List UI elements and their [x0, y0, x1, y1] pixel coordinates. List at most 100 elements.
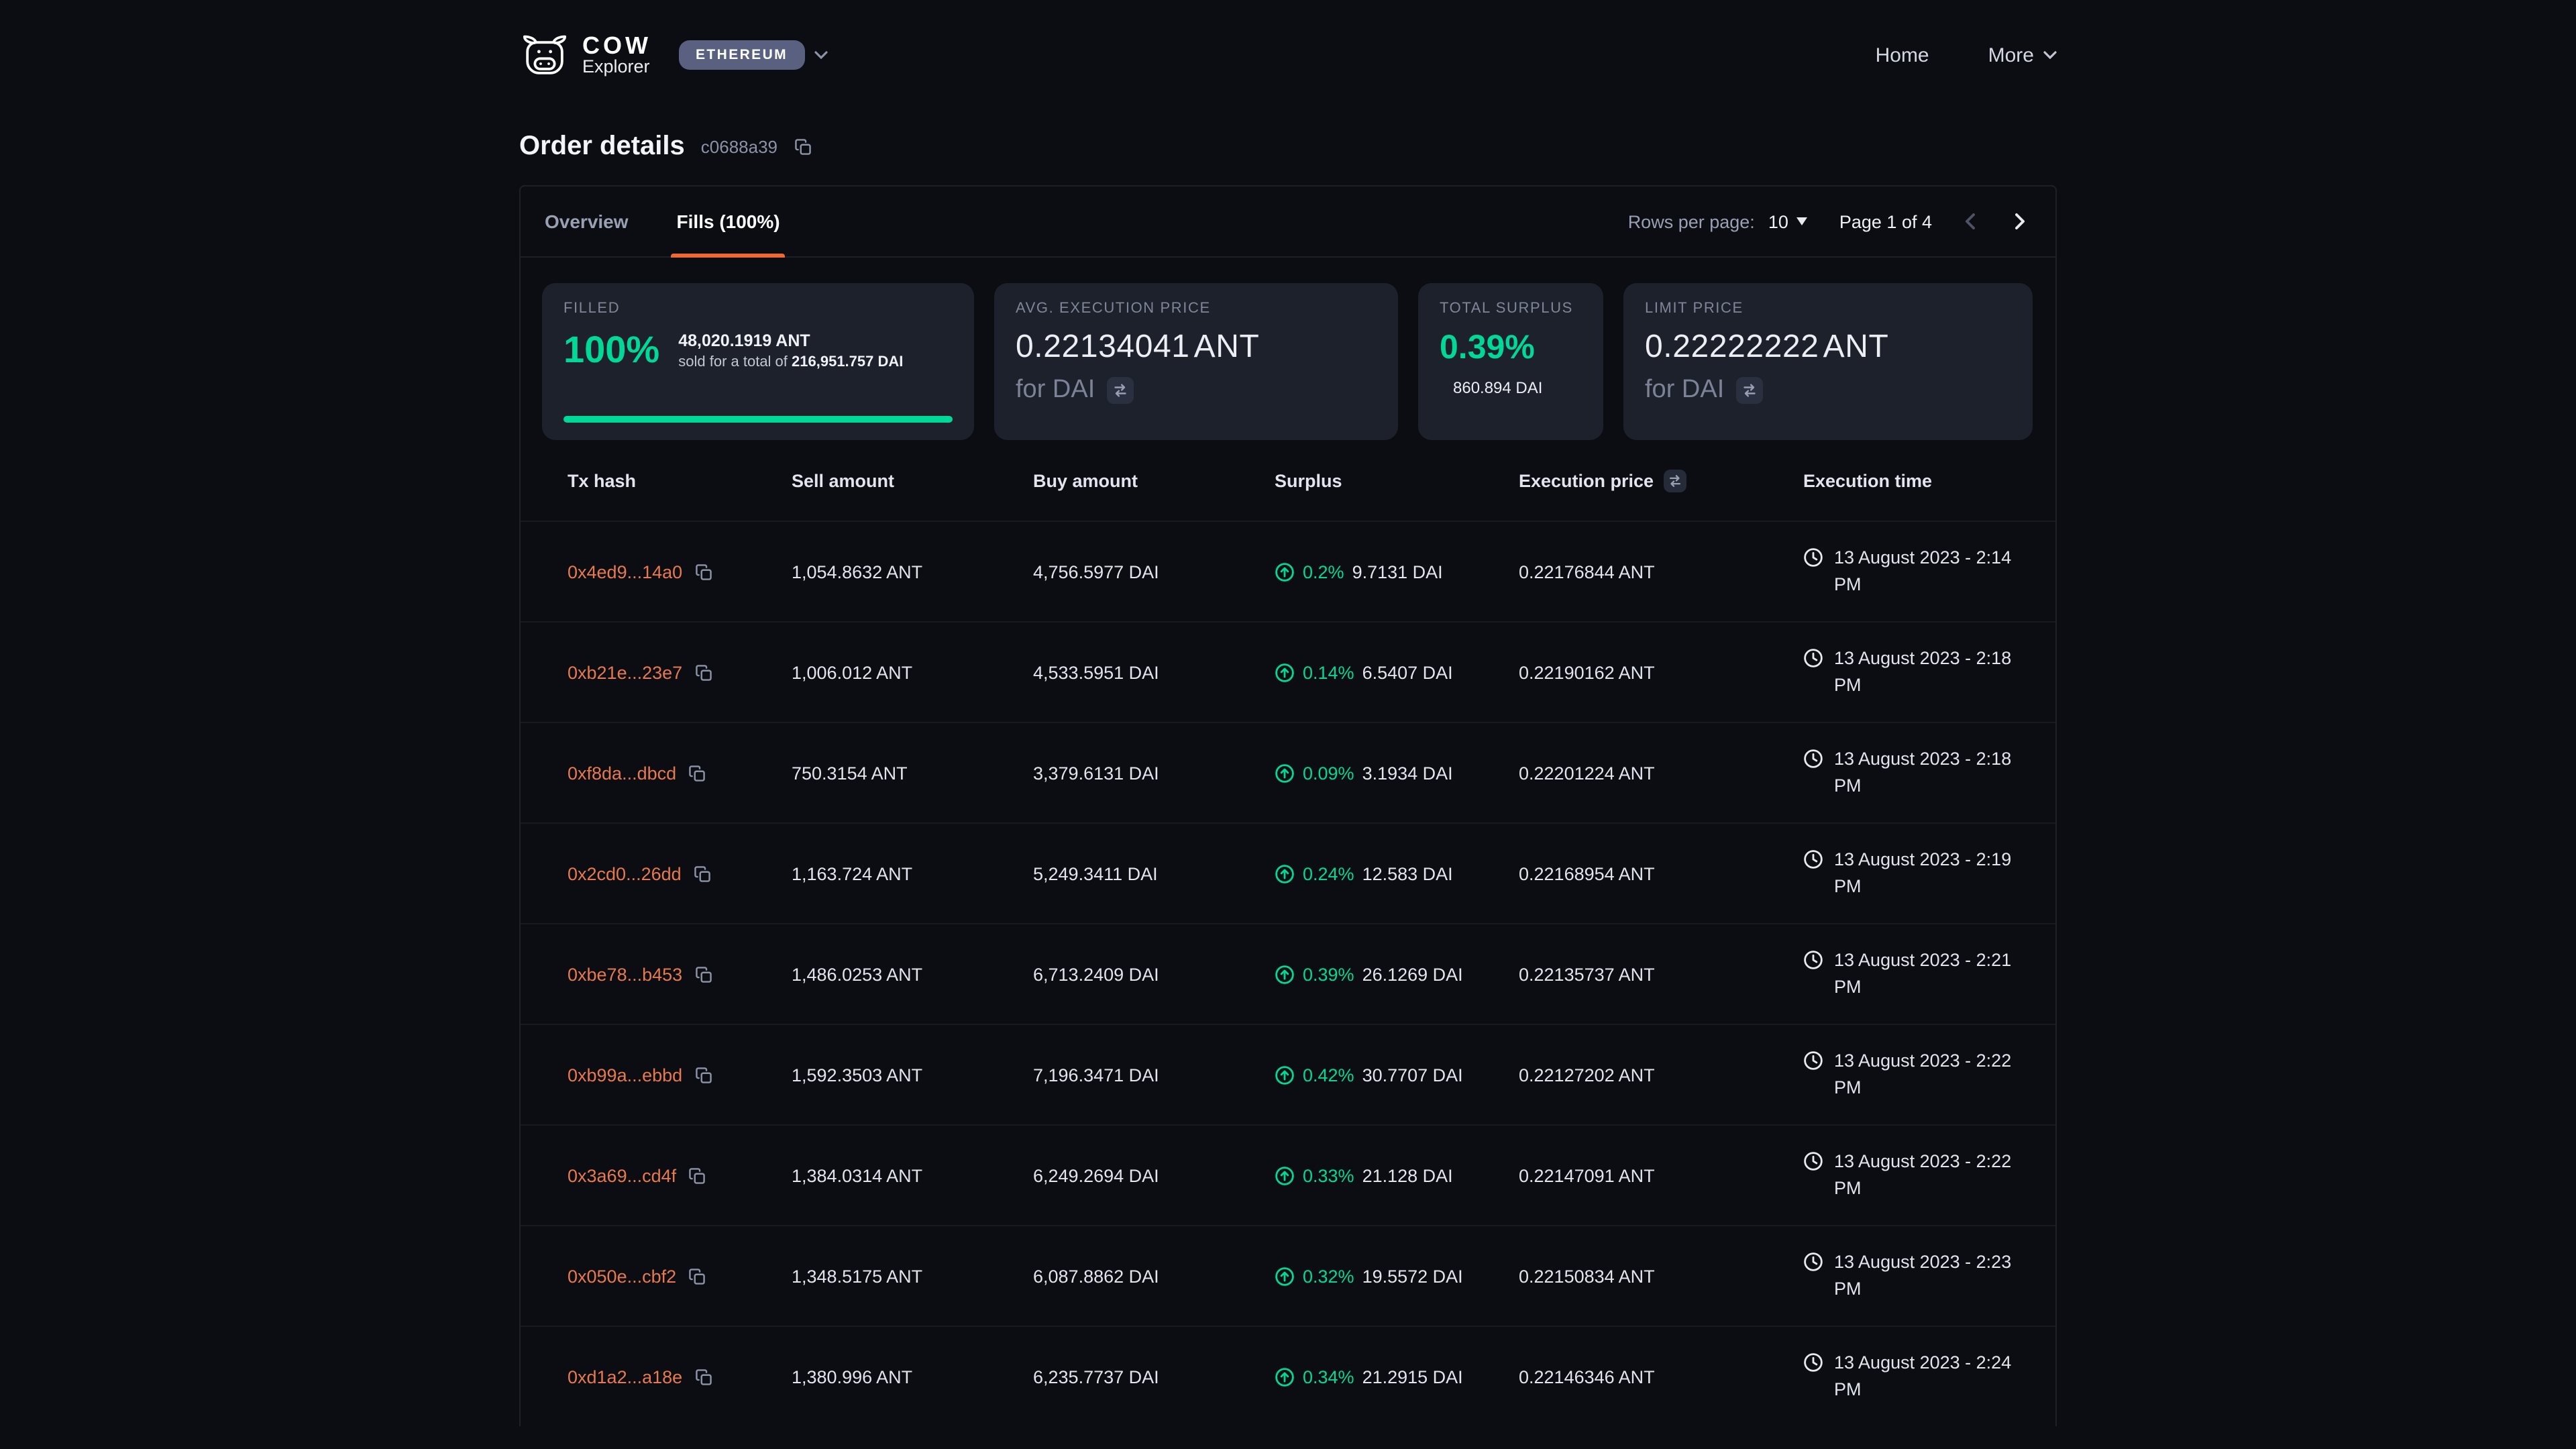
execution-time-cell: 13 August 2023 - 2:22 PM — [1803, 1048, 2034, 1102]
copy-tx-hash-icon[interactable] — [694, 865, 711, 882]
surplus-cell: 0.2% 9.7131 DAI — [1275, 561, 1519, 582]
caret-down-icon — [1796, 217, 1807, 225]
surplus-up-icon — [1275, 863, 1295, 883]
filled-sold-line: sold for a total of 216,951.757 DAI — [678, 354, 903, 370]
table-row: 0x3a69...cd4f 1,384.0314 ANT 6,249.2694 … — [521, 1124, 2055, 1225]
surplus-percent: 0.39% — [1303, 964, 1354, 984]
surplus-cell: 0.34% 21.2915 DAI — [1275, 1366, 1519, 1387]
logo-title: COW — [582, 34, 651, 58]
main-nav: Home More — [1876, 44, 2057, 66]
sell-amount-cell: 1,592.3503 ANT — [792, 1065, 1033, 1085]
order-details-panel: Overview Fills (100%) Rows per page: 10 … — [519, 185, 2057, 1426]
tx-hash-link[interactable]: 0xd1a2...a18e — [568, 1366, 682, 1387]
table-row: 0x050e...cbf2 1,348.5175 ANT 6,087.8862 … — [521, 1225, 2055, 1326]
surplus-percent: 0.32% — [1303, 1266, 1354, 1286]
execution-price-cell: 0.22190162 ANT — [1519, 662, 1803, 682]
logo-subtitle: Explorer — [582, 58, 651, 77]
tx-hash-link[interactable]: 0xf8da...dbcd — [568, 763, 676, 783]
execution-time-cell: 13 August 2023 - 2:21 PM — [1803, 947, 2034, 1002]
copy-tx-hash-icon[interactable] — [688, 1267, 706, 1285]
buy-amount-cell: 6,235.7737 DAI — [1033, 1366, 1275, 1387]
col-tx-hash: Tx hash — [568, 470, 792, 490]
nav-more[interactable]: More — [1988, 44, 2057, 66]
tx-hash-link[interactable]: 0xb99a...ebbd — [568, 1065, 682, 1085]
tx-hash-link[interactable]: 0xbe78...b453 — [568, 964, 682, 984]
nav-home[interactable]: Home — [1876, 44, 1929, 66]
tx-hash-link[interactable]: 0x2cd0...26dd — [568, 863, 682, 883]
tx-hash-link[interactable]: 0x4ed9...14a0 — [568, 561, 682, 582]
table-row: 0xb21e...23e7 1,006.012 ANT 4,533.5951 D… — [521, 621, 2055, 722]
rows-per-page-select[interactable]: 10 — [1768, 211, 1807, 231]
tab-overview[interactable]: Overview — [521, 186, 653, 256]
surplus-amount: 12.583 DAI — [1362, 863, 1453, 883]
surplus-percent: 0.34% — [1303, 1366, 1354, 1387]
execution-time-text: 13 August 2023 - 2:14 PM — [1834, 545, 2034, 599]
execution-price-cell: 0.22146346 ANT — [1519, 1366, 1803, 1387]
execution-time-cell: 13 August 2023 - 2:14 PM — [1803, 545, 2034, 599]
surplus-percent: 0.14% — [1303, 662, 1354, 682]
cow-explorer-logo[interactable]: COW Explorer — [519, 34, 651, 76]
surplus-up-icon — [1275, 662, 1295, 682]
rows-per-page-value: 10 — [1768, 211, 1788, 231]
surplus-percent: 0.24% — [1303, 863, 1354, 883]
copy-tx-hash-icon[interactable] — [694, 563, 712, 580]
surplus-cell: 0.09% 3.1934 DAI — [1275, 763, 1519, 783]
surplus-percent: 0.42% — [1303, 1065, 1354, 1085]
sell-amount-cell: 1,384.0314 ANT — [792, 1165, 1033, 1185]
swap-currencies-icon[interactable] — [1736, 377, 1763, 404]
tab-fills[interactable]: Fills (100%) — [653, 186, 804, 256]
surplus-cell: 0.14% 6.5407 DAI — [1275, 662, 1519, 682]
filled-card: FILLED 100% 48,020.1919 ANT sold for a t… — [542, 283, 974, 440]
buy-amount-cell: 4,756.5977 DAI — [1033, 561, 1275, 582]
sell-amount-cell: 1,380.996 ANT — [792, 1366, 1033, 1387]
table-row: 0x2cd0...26dd 1,163.724 ANT 5,249.3411 D… — [521, 822, 2055, 923]
copy-tx-hash-icon[interactable] — [694, 965, 712, 983]
clock-icon — [1803, 950, 1823, 970]
buy-amount-cell: 6,713.2409 DAI — [1033, 964, 1275, 984]
nav-more-label: More — [1988, 44, 2034, 66]
swap-price-direction-icon[interactable] — [1663, 469, 1686, 492]
buy-amount-cell: 4,533.5951 DAI — [1033, 662, 1275, 682]
network-selector[interactable]: ETHEREUM — [678, 40, 828, 70]
clock-icon — [1803, 749, 1823, 769]
copy-order-id-icon[interactable] — [794, 138, 811, 156]
surplus-amount: 9.7131 DAI — [1352, 561, 1443, 582]
surplus-up-icon — [1275, 1266, 1295, 1286]
filled-sold-total: 216,951.757 DAI — [792, 354, 903, 370]
surplus-cell: 0.39% 26.1269 DAI — [1275, 964, 1519, 984]
summary-cards: FILLED 100% 48,020.1919 ANT sold for a t… — [521, 258, 2055, 440]
table-row: 0xbe78...b453 1,486.0253 ANT 6,713.2409 … — [521, 923, 2055, 1024]
copy-tx-hash-icon[interactable] — [694, 663, 712, 681]
col-execution-price-label: Execution price — [1519, 470, 1654, 490]
filled-percent: 100% — [564, 329, 659, 372]
tab-fills-label: Fills (100%) — [677, 211, 780, 232]
chevron-down-icon — [814, 51, 828, 59]
buy-amount-cell: 6,249.2694 DAI — [1033, 1165, 1275, 1185]
surplus-amount: 6.5407 DAI — [1362, 662, 1453, 682]
buy-amount-cell: 6,087.8862 DAI — [1033, 1266, 1275, 1286]
copy-tx-hash-icon[interactable] — [688, 1167, 706, 1184]
tx-hash-link[interactable]: 0xb21e...23e7 — [568, 662, 682, 682]
execution-price-cell: 0.22135737 ANT — [1519, 964, 1803, 984]
sell-amount-cell: 1,163.724 ANT — [792, 863, 1033, 883]
swap-currencies-icon[interactable] — [1107, 377, 1134, 404]
table-row: 0xd1a2...a18e 1,380.996 ANT 6,235.7737 D… — [521, 1326, 2055, 1426]
copy-tx-hash-icon[interactable] — [694, 1368, 712, 1385]
execution-price-cell: 0.22168954 ANT — [1519, 863, 1803, 883]
avg-price-quote: for DAI — [1016, 376, 1095, 405]
tab-bar: Overview Fills (100%) Rows per page: 10 … — [521, 186, 2055, 258]
fill-progress-bar — [564, 416, 953, 423]
execution-price-cell: 0.22176844 ANT — [1519, 561, 1803, 582]
surplus-percent: 0.2% — [1303, 561, 1344, 582]
col-surplus: Surplus — [1275, 470, 1519, 490]
next-page-button[interactable] — [2002, 204, 2037, 239]
surplus-up-icon — [1275, 1366, 1295, 1387]
tx-hash-link[interactable]: 0x3a69...cd4f — [568, 1165, 676, 1185]
previous-page-button[interactable] — [1953, 204, 1988, 239]
surplus-up-icon — [1275, 763, 1295, 783]
copy-tx-hash-icon[interactable] — [688, 764, 706, 782]
surplus-amount: 26.1269 DAI — [1362, 964, 1463, 984]
tx-hash-link[interactable]: 0x050e...cbf2 — [568, 1266, 676, 1286]
copy-tx-hash-icon[interactable] — [694, 1066, 712, 1083]
page-title: Order details — [519, 131, 685, 162]
